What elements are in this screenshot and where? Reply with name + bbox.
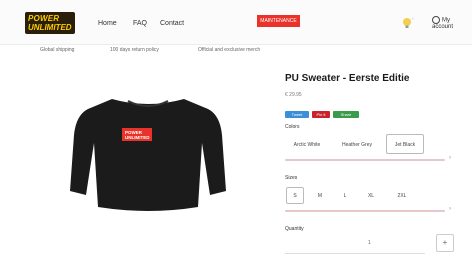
- print-line2: UNLIMITED: [125, 135, 150, 140]
- account-link[interactable]: My account: [432, 16, 472, 30]
- size-option-2xl[interactable]: 2XL: [393, 187, 411, 204]
- usp-merch: Official and exclusive merch: [198, 47, 261, 53]
- bulb-icon[interactable]: [400, 16, 414, 30]
- sizes-scrollbar[interactable]: [285, 210, 445, 212]
- nav-home[interactable]: Home: [98, 20, 117, 27]
- maintenance-button[interactable]: MAINTENANCE: [257, 15, 300, 27]
- pin-button[interactable]: Pin it: [312, 111, 330, 118]
- product-price: € 29.95: [285, 92, 302, 98]
- colors-label: Colors: [285, 124, 300, 130]
- colors-scrollbar[interactable]: [285, 159, 445, 161]
- share-button[interactable]: Share: [333, 111, 359, 118]
- logo-line1: POWER: [28, 14, 60, 23]
- nav-contact[interactable]: Contact: [160, 20, 184, 27]
- color-option-arctic-white[interactable]: Arctic White: [285, 136, 329, 153]
- tweet-button[interactable]: Tweet: [285, 111, 309, 118]
- nav-faq[interactable]: FAQ: [133, 20, 147, 27]
- product-title: PU Sweater - Eerste Editie: [285, 73, 410, 84]
- logo-line2: UNLIMITED: [28, 23, 72, 32]
- size-option-xl[interactable]: XL: [362, 187, 380, 204]
- size-option-s[interactable]: S: [286, 187, 304, 204]
- color-option-heather-grey[interactable]: Heather Grey: [334, 136, 380, 153]
- arrow-right-icon[interactable]: ›: [449, 155, 451, 161]
- product-image[interactable]: POWER UNLIMITED: [70, 95, 226, 213]
- quantity-divider: [285, 253, 425, 254]
- logo[interactable]: POWER UNLIMITED: [25, 12, 75, 34]
- color-option-jet-black[interactable]: Jet Black: [386, 134, 424, 154]
- quantity-label: Quantity: [285, 226, 304, 232]
- user-icon: [432, 16, 440, 24]
- size-option-m[interactable]: M: [311, 187, 329, 204]
- usp-shipping: Global shipping: [40, 47, 75, 53]
- size-option-l[interactable]: L: [336, 187, 354, 204]
- arrow-right-icon[interactable]: ›: [449, 206, 451, 212]
- quantity-value[interactable]: 1: [368, 240, 371, 246]
- sizes-label: Sizes: [285, 175, 298, 181]
- usp-returns: 100 days return policy: [110, 47, 159, 53]
- top-bar: POWER UNLIMITED Home FAQ Contact MAINTEN…: [0, 0, 472, 45]
- quantity-plus-button[interactable]: +: [436, 234, 454, 252]
